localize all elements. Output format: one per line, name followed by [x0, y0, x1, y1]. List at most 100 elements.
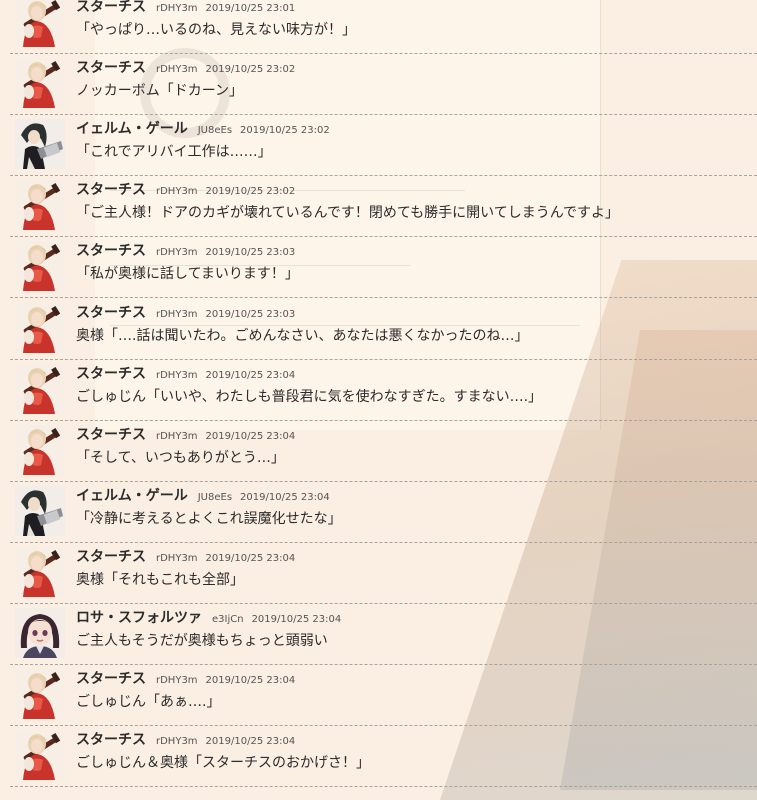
message-text: 「私が奥様に話してまいります！」	[76, 266, 299, 283]
speaker-name[interactable]: スターチス	[76, 732, 146, 748]
speaker-name[interactable]: スターチス	[76, 243, 146, 259]
message-header: スターチス rDHY3m 2019/10/25 23:03	[76, 240, 295, 260]
user-id: rDHY3m	[156, 247, 198, 259]
message-text: ご主人もそうだが奥様もちょっと頭弱い	[76, 633, 328, 649]
message-timestamp: 2019/10/25 23:04	[205, 369, 296, 381]
avatar-starches[interactable]	[15, 180, 65, 231]
red-dress-girl-with-rifle-avatar-icon	[15, 58, 65, 109]
speaker-name[interactable]: スターチス	[76, 549, 146, 565]
avatar-starches[interactable]	[15, 546, 65, 597]
red-dress-girl-with-rifle-avatar-icon	[15, 0, 65, 47]
brown-haired-girl-avatar-icon	[15, 608, 65, 658]
user-id: JU8eEs	[197, 491, 233, 503]
avatar-starches[interactable]	[15, 241, 65, 292]
speaker-name[interactable]: スターチス	[76, 671, 146, 687]
message-header: スターチス rDHY3m 2019/10/25 23:01	[76, 0, 295, 16]
message-header: スターチス rDHY3m 2019/10/25 23:04	[76, 363, 295, 383]
message-timestamp: 2019/10/25 23:03	[205, 308, 296, 320]
user-id: e3IjCn	[212, 614, 244, 625]
speaker-name[interactable]: スターチス	[76, 0, 146, 15]
message-text: ごしゅじん「いいや、わたしも普段君に気を使わなすぎた。すまない….」	[76, 388, 543, 405]
avatar-starches[interactable]	[15, 424, 65, 475]
avatar-starches[interactable]	[15, 363, 65, 414]
message-text: 「そして、いつもありがとう…」	[76, 449, 285, 466]
message-text: 奥様「….話は聞いたわ。ごめんなさい、あなたは悪くなかったのね…」	[76, 327, 529, 344]
speaker-name[interactable]: イェルム・ゲール	[76, 488, 188, 504]
avatar-starches[interactable]	[15, 669, 65, 720]
avatar-ielm[interactable]	[15, 485, 65, 536]
message-text: ごしゅじん「あぁ….」	[76, 694, 221, 711]
dark-haired-girl-with-gun-avatar-icon	[15, 485, 65, 536]
message-header: イェルム・ゲール JU8eEs 2019/10/25 23:02	[76, 118, 330, 138]
message-timestamp: 2019/10/25 23:04	[205, 736, 296, 748]
message-timestamp: 2019/10/25 23:04	[205, 552, 296, 564]
red-dress-girl-with-rifle-avatar-icon	[15, 180, 65, 231]
speaker-name[interactable]: スターチス	[76, 60, 146, 76]
red-dress-girl-with-rifle-avatar-icon	[15, 546, 65, 597]
message-header: イェルム・ゲール JU8eEs 2019/10/25 23:04	[76, 485, 330, 505]
user-id: rDHY3m	[156, 675, 198, 687]
message-header: スターチス rDHY3m 2019/10/25 23:02	[76, 57, 295, 77]
user-id: rDHY3m	[156, 308, 198, 320]
speaker-name[interactable]: イェルム・ゲール	[76, 121, 188, 137]
user-id: rDHY3m	[156, 3, 198, 14]
chat-message: スターチス rDHY3m 2019/10/25 23:04 奥様「それもこれも全部」	[10, 543, 757, 604]
user-id: JU8eEs	[197, 125, 233, 137]
dark-haired-girl-with-gun-avatar-icon	[15, 119, 65, 170]
user-id: rDHY3m	[156, 186, 198, 198]
message-header: スターチス rDHY3m 2019/10/25 23:04	[76, 729, 295, 749]
user-id: rDHY3m	[156, 552, 198, 564]
message-timestamp: 2019/10/25 23:04	[240, 491, 330, 503]
chat-message: スターチス rDHY3m 2019/10/25 23:04 ごしゅじん＆奥様「スターチ…	[10, 726, 757, 788]
message-text: 「やっぱり…いるのね、見えない味方が！」	[76, 22, 356, 38]
speaker-name[interactable]: スターチス	[76, 305, 146, 321]
avatar-starches[interactable]	[15, 58, 65, 109]
message-header: ロサ・スフォルツァ e3IjCn 2019/10/25 23:04	[76, 607, 341, 627]
red-dress-girl-with-rifle-avatar-icon	[15, 302, 65, 353]
message-timestamp: 2019/10/25 23:03	[205, 247, 296, 259]
message-timestamp: 2019/10/25 23:02	[205, 64, 296, 76]
chat-message: イェルム・ゲール JU8eEs 2019/10/25 23:02 「これでアリバイ工作…	[10, 115, 757, 177]
chat-message: スターチス rDHY3m 2019/10/25 23:02 ノッカーボム「ドカーン」	[10, 54, 757, 116]
message-text: 奥様「それもこれも全部」	[76, 571, 244, 588]
avatar-starches[interactable]	[15, 302, 65, 353]
message-text: ごしゅじん＆奥様「スターチスのおかげさ！」	[76, 755, 370, 772]
red-dress-girl-with-rifle-avatar-icon	[15, 241, 65, 292]
chat-message: スターチス rDHY3m 2019/10/25 23:04 「そして、いつもありがとう…	[10, 421, 757, 482]
avatar-starches[interactable]	[15, 730, 65, 781]
red-dress-girl-with-rifle-avatar-icon	[15, 730, 65, 781]
message-timestamp: 2019/10/25 23:04	[251, 614, 342, 625]
message-text: ノッカーボム「ドカーン」	[76, 83, 244, 100]
chat-message: スターチス rDHY3m 2019/10/25 23:01 「やっぱり…いるのね、見え…	[10, 0, 757, 54]
user-id: rDHY3m	[156, 64, 198, 76]
chat-message: スターチス rDHY3m 2019/10/25 23:02 「ご主人様！ドアのカギが壊…	[10, 176, 757, 238]
message-timestamp: 2019/10/25 23:04	[205, 675, 296, 687]
message-header: スターチス rDHY3m 2019/10/25 23:04	[76, 546, 295, 566]
user-id: rDHY3m	[156, 736, 198, 748]
chat-message: イェルム・ゲール JU8eEs 2019/10/25 23:04 「冷静に考えるとよく…	[10, 482, 757, 543]
user-id: rDHY3m	[156, 430, 198, 442]
avatar-starches[interactable]	[15, 0, 65, 47]
red-dress-girl-with-rifle-avatar-icon	[15, 424, 65, 475]
chat-message: スターチス rDHY3m 2019/10/25 23:04 ごしゅじん「あぁ….」	[10, 665, 757, 727]
message-text: 「ご主人様！ドアのカギが壊れているんです！閉めても勝手に開いてしまうんですよ」	[76, 205, 620, 222]
chat-message: スターチス rDHY3m 2019/10/25 23:03 「私が奥様に話してまいりま…	[10, 237, 757, 299]
avatar-ielm[interactable]	[15, 119, 65, 170]
speaker-name[interactable]: ロサ・スフォルツァ	[76, 610, 202, 626]
message-header: スターチス rDHY3m 2019/10/25 23:03	[76, 302, 295, 322]
avatar-rosa[interactable]	[15, 608, 65, 658]
message-text: 「これでアリバイ工作は……」	[76, 144, 272, 161]
message-header: スターチス rDHY3m 2019/10/25 23:04	[76, 424, 295, 444]
message-timestamp: 2019/10/25 23:02	[240, 125, 330, 137]
message-timestamp: 2019/10/25 23:02	[205, 186, 296, 198]
red-dress-girl-with-rifle-avatar-icon	[15, 363, 65, 414]
chat-message: スターチス rDHY3m 2019/10/25 23:04 ごしゅじん「いいや、わたし…	[10, 360, 757, 421]
red-dress-girl-with-rifle-avatar-icon	[15, 669, 65, 720]
message-timestamp: 2019/10/25 23:04	[205, 430, 296, 442]
speaker-name[interactable]: スターチス	[76, 427, 146, 443]
user-id: rDHY3m	[156, 369, 198, 381]
chat-message: ロサ・スフォルツァ e3IjCn 2019/10/25 23:04 ご主人もそうだが奥…	[10, 604, 757, 665]
message-text: 「冷静に考えるとよくこれ誤魔化せたな」	[76, 510, 342, 527]
speaker-name[interactable]: スターチス	[76, 366, 146, 382]
speaker-name[interactable]: スターチス	[76, 182, 146, 198]
